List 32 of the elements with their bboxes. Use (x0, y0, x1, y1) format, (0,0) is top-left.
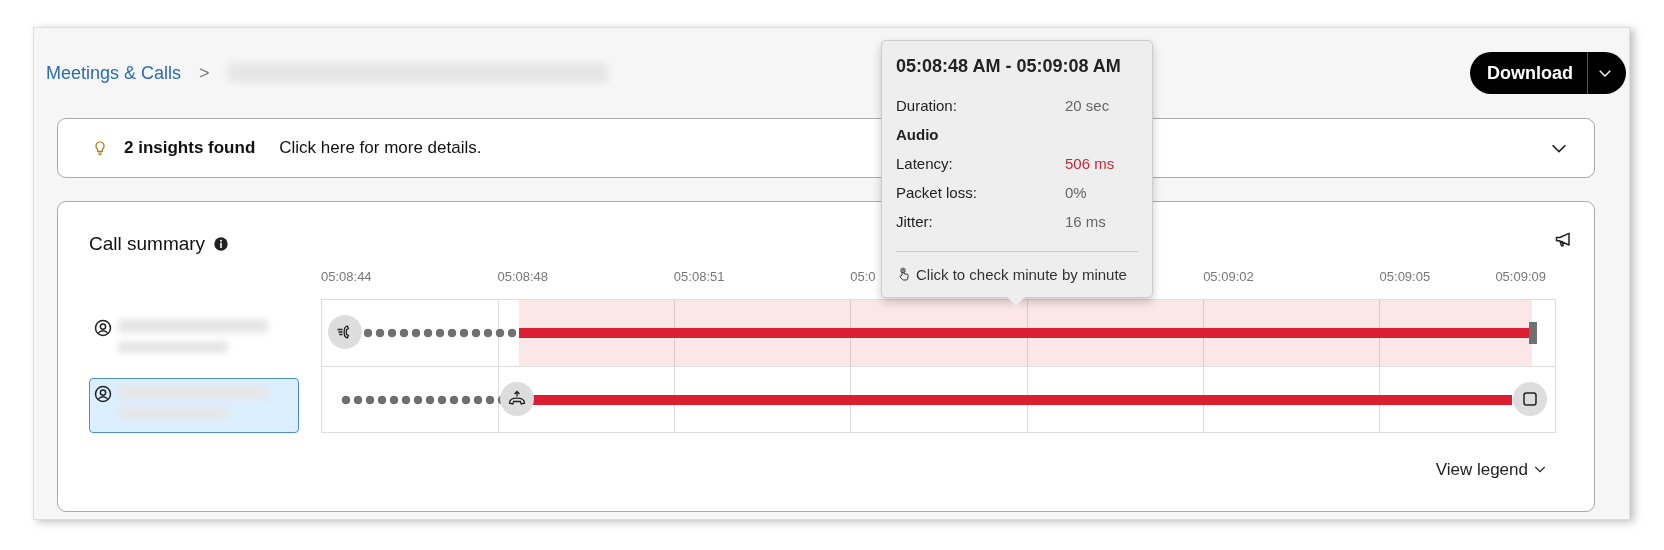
end-marker (1529, 321, 1537, 344)
section-heading: Audio (896, 125, 939, 146)
metric-value: 0% (1065, 183, 1087, 204)
metric-value: 20 sec (1065, 96, 1110, 117)
participant-item[interactable] (89, 377, 299, 433)
tooltip-title: 05:08:48 AM - 05:09:08 AM (896, 55, 1122, 78)
pointer-hand-icon (896, 267, 912, 284)
insights-details-text: Click here for more details. (279, 137, 483, 160)
time-tick-label: 05:09:02 (1203, 267, 1254, 286)
breadcrumb-separator: > (199, 61, 210, 85)
metric-label: Jitter: (896, 212, 934, 233)
metric-label: Latency: (896, 154, 954, 175)
call-summary-title: Call summary (89, 232, 206, 256)
time-tick-label: 05:08:48 (497, 267, 549, 286)
metric-value: 506 ms (1065, 154, 1115, 175)
user-icon (94, 318, 112, 337)
metric-value: 16 ms (1065, 212, 1106, 233)
user-icon (94, 384, 112, 403)
breadcrumb-link[interactable]: Meetings & Calls (46, 59, 182, 87)
time-tick-label: 05:09:09 (1495, 267, 1546, 286)
stop-icon (1521, 389, 1539, 408)
metric-label: Packet loss: (896, 183, 978, 204)
view-legend-link[interactable]: View legend (1435, 456, 1548, 482)
download-button[interactable]: Download (1470, 52, 1626, 94)
insights-count: 2 insights found (124, 137, 256, 160)
metric-label: Duration: (896, 96, 958, 117)
tooltip-footer-link[interactable]: Click to check minute by minute (896, 251, 1138, 287)
time-tick-label: 05:09:05 (1379, 267, 1431, 286)
time-tick-label: 05:0 (850, 267, 876, 286)
info-icon (213, 236, 230, 253)
time-tick-label: 05:08:44 (321, 267, 372, 286)
time-tick-label: 05:08:51 (673, 267, 725, 286)
